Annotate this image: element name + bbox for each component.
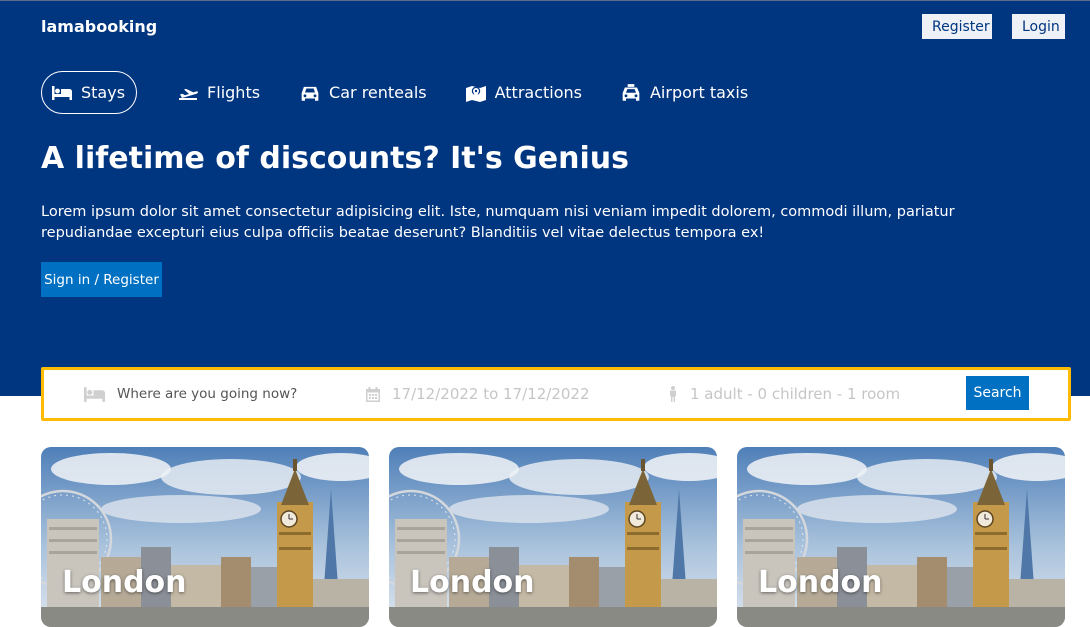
guests-rooms-text: 1 adult - 0 children - 1 room (690, 385, 901, 403)
tab-airport-taxis[interactable]: Airport taxis (621, 71, 748, 114)
hero-description: Lorem ipsum dolor sit amet consectetur a… (41, 204, 955, 241)
tab-label: Flights (207, 83, 261, 102)
sign-in-register-button[interactable]: Sign in / Register (41, 262, 162, 297)
taxi-icon (622, 83, 640, 101)
search-bar: 17/12/2022 to 17/12/2022 1 adult - 0 chi… (41, 367, 1071, 421)
destination-field[interactable] (84, 370, 347, 418)
tab-stays[interactable]: Stays (41, 71, 138, 114)
person-icon (670, 386, 676, 402)
tab-car-rentals[interactable]: Car renteals (300, 71, 427, 114)
tab-label: Airport taxis (649, 83, 749, 102)
city-image (389, 447, 717, 627)
card-title: London (410, 565, 535, 600)
featured-cards: London London London (41, 447, 1065, 627)
city-card[interactable]: London (41, 447, 369, 627)
city-card[interactable]: London (737, 447, 1065, 627)
bed-icon (52, 85, 72, 100)
city-image (737, 447, 1065, 627)
destination-input[interactable] (117, 386, 347, 402)
calendar-icon (366, 386, 380, 402)
search-button[interactable]: Search (966, 376, 1029, 410)
register-button[interactable]: Register (922, 14, 992, 39)
bed-icon (84, 386, 105, 402)
car-icon (301, 86, 319, 101)
category-tabs: Stays Flights Car renteals Attractions A… (41, 71, 748, 114)
tab-label: Attractions (494, 83, 582, 102)
header-band (0, 0, 1090, 396)
city-image (41, 447, 369, 627)
guests-rooms-field[interactable]: 1 adult - 0 children - 1 room (668, 370, 900, 418)
card-title: London (62, 565, 187, 600)
tab-flights[interactable]: Flights (178, 71, 260, 114)
tab-label: Stays (81, 83, 126, 102)
date-range-text: 17/12/2022 to 17/12/2022 (392, 385, 590, 403)
city-card[interactable]: London (389, 447, 717, 627)
login-button[interactable]: Login (1012, 14, 1065, 39)
map-pin-icon (465, 85, 486, 102)
hero-title: A lifetime of discounts? It's Genius (41, 141, 629, 176)
logo[interactable]: lamabooking (41, 17, 157, 36)
date-range-field[interactable]: 17/12/2022 to 17/12/2022 (366, 370, 590, 418)
tab-label: Car renteals (329, 83, 427, 102)
card-title: London (758, 565, 883, 600)
plane-icon (179, 88, 199, 100)
tab-attractions[interactable]: Attractions (465, 71, 582, 114)
